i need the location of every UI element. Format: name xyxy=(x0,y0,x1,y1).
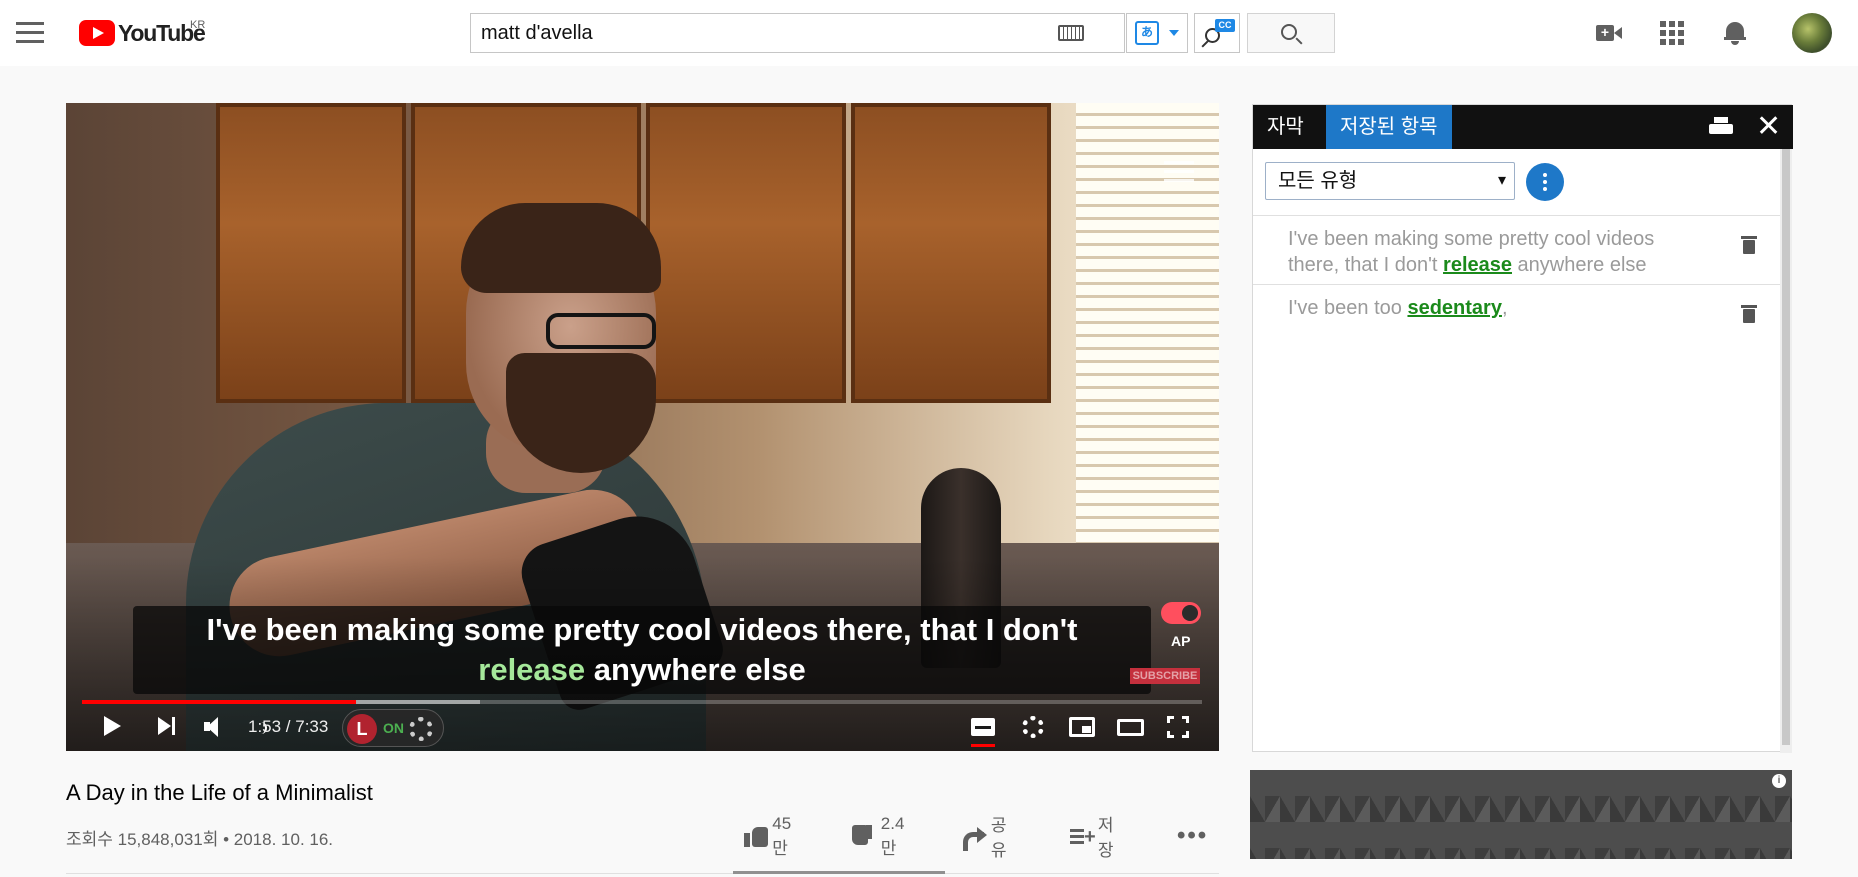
list-item[interactable]: I've been making some pretty cool videos… xyxy=(1253,215,1780,284)
chevron-down-icon xyxy=(1169,30,1179,36)
search-input[interactable] xyxy=(471,14,1058,52)
time-display: 1:53 / 7:33 xyxy=(248,717,329,736)
settings-gear-icon[interactable] xyxy=(1022,716,1044,738)
thumbs-down-icon xyxy=(852,825,872,847)
caption-overlay: I've been making some pretty cool videos… xyxy=(133,606,1151,694)
caption-line-2-rest: anywhere else xyxy=(585,652,806,687)
trash-icon[interactable] xyxy=(1741,305,1757,323)
more-actions-icon[interactable]: ••• xyxy=(1177,822,1208,849)
caption-line-1: I've been making some pretty cool videos… xyxy=(206,612,1078,647)
saved-word[interactable]: release xyxy=(1443,254,1512,276)
progress-bar[interactable] xyxy=(82,700,1202,704)
item-text-after: anywhere else xyxy=(1512,254,1647,276)
extension-logo-icon[interactable]: L xyxy=(347,714,377,744)
camera-lens xyxy=(1614,27,1622,39)
dislike-button[interactable]: 2.4만 xyxy=(852,814,911,858)
item-text-before: I've been too xyxy=(1288,297,1408,319)
caption-line-2: release anywhere else xyxy=(133,650,1151,690)
youtube-play-icon xyxy=(79,20,115,46)
subscribe-watermark[interactable]: SUBSCRIBE xyxy=(1130,668,1200,684)
item-text-after: , xyxy=(1501,297,1508,319)
camera-body: + xyxy=(1596,25,1614,41)
save-button[interactable]: 저장 xyxy=(1070,816,1121,860)
close-icon[interactable]: ✕ xyxy=(1756,109,1781,145)
scrollbar-thumb[interactable] xyxy=(1782,149,1790,745)
share-label: 공유 xyxy=(990,816,1007,860)
sentiment-bar xyxy=(733,871,945,874)
print-icon[interactable] xyxy=(1709,117,1733,137)
cc-icon: CC xyxy=(1215,19,1235,32)
masthead: YouTube KR あ CC + xyxy=(0,0,1858,66)
share-button[interactable]: 공유 xyxy=(963,816,1014,860)
search-button[interactable] xyxy=(1247,13,1335,53)
autopause-label: AP xyxy=(1171,633,1191,649)
translate-icon: あ xyxy=(1135,21,1159,45)
share-arrow-icon xyxy=(963,825,987,851)
dislike-count: 2.4만 xyxy=(880,813,905,858)
subtitles-icon[interactable] xyxy=(971,718,995,747)
caption-search-button[interactable]: CC xyxy=(1194,13,1240,53)
panel-header: 자막 저장된 항목 ✕ xyxy=(1253,105,1793,149)
youtube-logo[interactable]: YouTube xyxy=(79,19,206,47)
more-options-icon[interactable] xyxy=(1526,163,1564,201)
type-filter-select[interactable]: 모든 유형 xyxy=(1265,162,1515,200)
progress-played xyxy=(82,700,357,704)
guide-menu-icon[interactable] xyxy=(16,22,44,44)
autopause-toggle[interactable] xyxy=(1161,602,1201,624)
theater-mode-icon[interactable] xyxy=(1117,719,1144,736)
player-controls: 1:53 / 7:33 L ON xyxy=(66,708,1219,751)
language-extension-widget[interactable]: L ON xyxy=(342,709,444,747)
fullscreen-icon[interactable] xyxy=(1167,716,1189,738)
player-menu-icon[interactable] xyxy=(1164,161,1194,183)
saved-word[interactable]: sedentary xyxy=(1407,297,1502,319)
ad-banner[interactable]: i xyxy=(1250,770,1792,859)
saved-items-panel: 자막 저장된 항목 ✕ 모든 유형 I've been making some … xyxy=(1252,104,1793,753)
list-item[interactable]: I've been too sedentary, xyxy=(1253,284,1780,327)
filter-row: 모든 유형 xyxy=(1253,149,1783,215)
search-icon xyxy=(1281,24,1297,40)
extension-gear-icon[interactable] xyxy=(409,717,433,741)
search-box: あ CC xyxy=(470,13,1240,53)
panel-scrollbar[interactable] xyxy=(1780,149,1792,753)
avatar[interactable] xyxy=(1792,13,1832,53)
extension-on-label: ON xyxy=(383,720,404,736)
next-icon[interactable] xyxy=(158,717,178,737)
video-meta: 조회수 15,848,031회 • 2018. 10. 16. xyxy=(66,830,334,849)
saved-items-list: I've been making some pretty cool videos… xyxy=(1253,215,1780,327)
play-icon[interactable] xyxy=(104,716,121,736)
video-title: A Day in the Life of a Minimalist xyxy=(66,780,373,805)
region-code: KR xyxy=(190,19,206,31)
trash-icon[interactable] xyxy=(1741,236,1757,254)
create-video-icon[interactable]: + xyxy=(1596,24,1622,44)
ad-info-icon[interactable]: i xyxy=(1772,774,1786,788)
like-button[interactable]: 45만 xyxy=(744,814,798,858)
translate-button[interactable]: あ xyxy=(1126,13,1188,53)
thumbs-up-icon xyxy=(744,825,769,847)
video-player[interactable]: I've been making some pretty cool videos… xyxy=(66,103,1219,751)
caption-highlight-word[interactable]: release xyxy=(478,652,585,687)
miniplayer-icon[interactable] xyxy=(1069,717,1095,737)
save-label: 저장 xyxy=(1097,816,1114,860)
keyboard-icon[interactable] xyxy=(1058,25,1084,41)
apps-grid-icon[interactable] xyxy=(1660,21,1684,45)
tab-subtitles[interactable]: 자막 xyxy=(1253,105,1318,149)
notifications-bell-icon[interactable] xyxy=(1724,19,1746,45)
divider xyxy=(66,873,1219,874)
like-count: 45만 xyxy=(772,813,792,858)
volume-icon[interactable] xyxy=(204,717,228,737)
playlist-add-icon xyxy=(1070,825,1096,847)
tab-saved-items[interactable]: 저장된 항목 xyxy=(1326,105,1452,149)
